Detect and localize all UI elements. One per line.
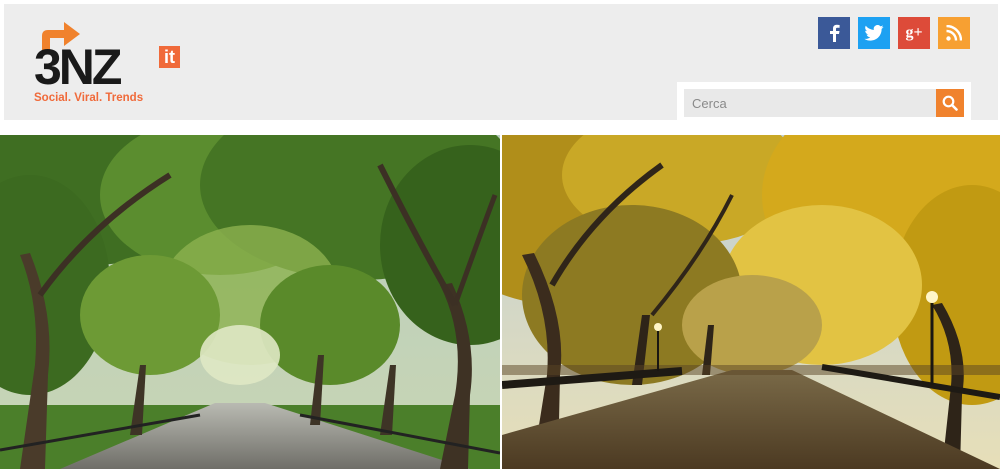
logo-tagline: Social. Viral. Trends [34,92,144,104]
search-box [677,82,971,122]
search-icon [942,95,958,111]
facebook-icon [830,24,840,42]
rss-button[interactable] [938,17,970,49]
search-input[interactable] [684,89,936,117]
twitter-icon [864,25,884,41]
site-header: 3NZ it Social. Viral. Trends g+ [0,0,1000,135]
hero-photos [0,135,1000,469]
twitter-button[interactable] [858,17,890,49]
facebook-button[interactable] [818,17,850,49]
search-button[interactable] [936,89,964,117]
park-autumn-image[interactable] [502,135,1000,469]
site-logo[interactable]: 3NZ it Social. Viral. Trends [34,18,194,110]
google-plus-icon: g+ [905,24,923,41]
logo-badge: it [159,46,180,68]
rss-icon [946,25,962,41]
park-summer-image[interactable] [0,135,500,469]
logo-main-text: 3NZ [34,39,122,95]
google-plus-button[interactable]: g+ [898,17,930,49]
social-links: g+ [818,17,970,49]
